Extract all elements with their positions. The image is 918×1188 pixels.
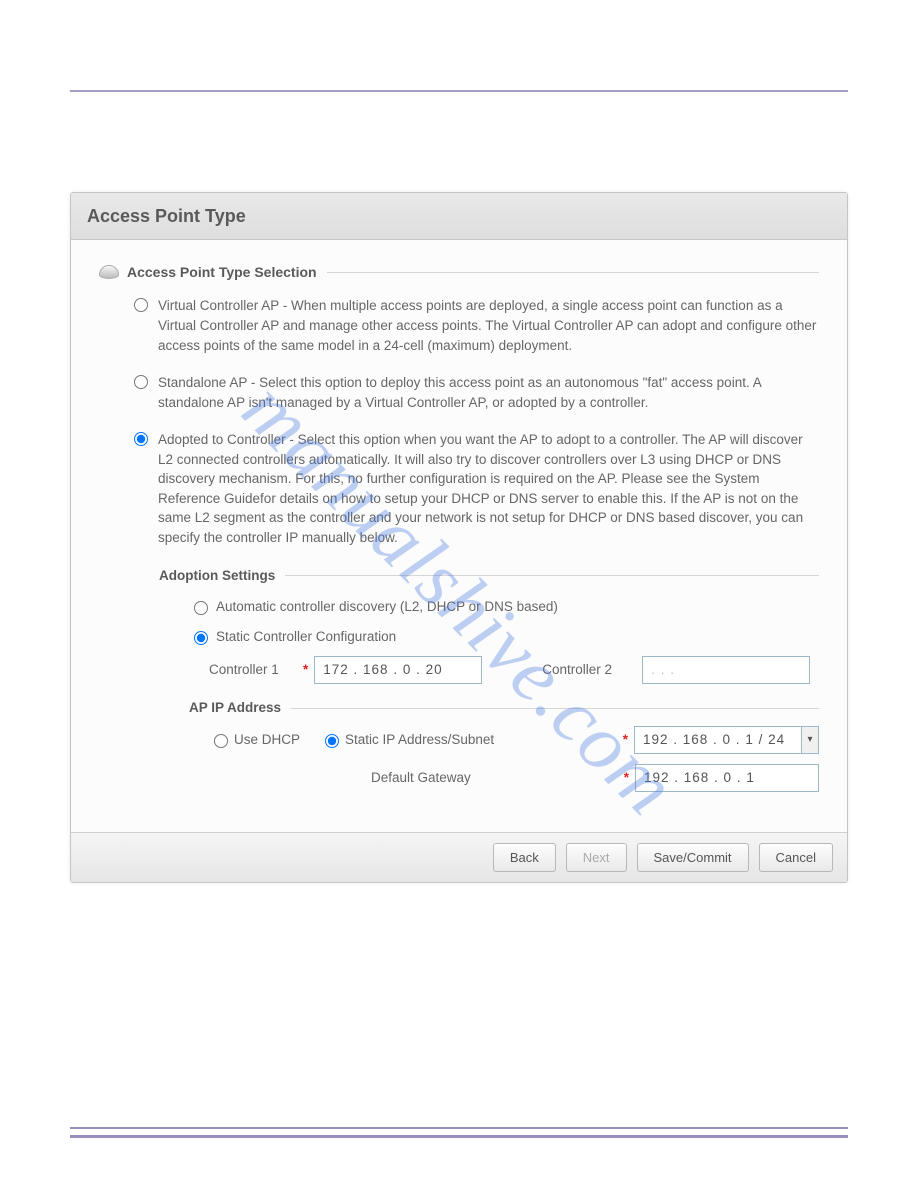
access-point-type-panel: Access Point Type Access Point Type Sele… (70, 192, 848, 883)
top-divider (70, 90, 848, 92)
apip-divider (291, 708, 819, 709)
static-ip-label: Static IP Address/Subnet (345, 730, 494, 750)
radio-static-controller[interactable] (194, 631, 208, 645)
option-virtual-controller[interactable]: Virtual Controller AP - When multiple ac… (129, 296, 819, 355)
subnet-dropdown[interactable]: ▾ (801, 726, 819, 754)
section-title: Access Point Type Selection (127, 262, 317, 282)
radio-standalone[interactable] (134, 375, 148, 389)
radio-use-dhcp[interactable] (214, 734, 228, 748)
controller-row: Controller 1 * 172 . 168 . 0 . 20 Contro… (209, 656, 819, 684)
option-adopted[interactable]: Adopted to Controller - Select this opti… (129, 430, 819, 547)
option-virtual-text: Virtual Controller AP - When multiple ac… (158, 296, 819, 355)
controller1-label: Controller 1 (209, 660, 299, 680)
required-marker: * (623, 730, 628, 750)
option-use-dhcp[interactable]: Use DHCP (209, 730, 300, 750)
auto-discovery-label: Automatic controller discovery (L2, DHCP… (216, 597, 558, 617)
use-dhcp-label: Use DHCP (234, 730, 300, 750)
option-static-ip[interactable]: Static IP Address/Subnet (320, 730, 494, 750)
option-auto-discovery[interactable]: Automatic controller discovery (L2, DHCP… (189, 597, 819, 617)
controller1-ip-input[interactable]: 172 . 168 . 0 . 20 (314, 656, 482, 684)
panel-title: Access Point Type (71, 193, 847, 240)
back-button[interactable]: Back (493, 843, 556, 872)
ap-ip-address-title: AP IP Address (189, 698, 281, 718)
save-commit-button[interactable]: Save/Commit (637, 843, 749, 872)
gateway-ip-input[interactable]: 192 . 168 . 0 . 1 (635, 764, 819, 792)
radio-auto-discovery[interactable] (194, 601, 208, 615)
section-divider (327, 272, 819, 273)
bottom-divider (70, 1127, 848, 1138)
option-static-controller[interactable]: Static Controller Configuration (189, 627, 819, 647)
panel-footer: Back Next Save/Commit Cancel (71, 832, 847, 882)
adoption-divider (285, 575, 819, 576)
adoption-settings-title: Adoption Settings (159, 566, 275, 586)
option-standalone[interactable]: Standalone AP - Select this option to de… (129, 373, 819, 412)
required-marker: * (624, 768, 629, 788)
radio-static-ip[interactable] (325, 734, 339, 748)
controller2-ip-input[interactable]: . . . (642, 656, 810, 684)
default-gateway-label: Default Gateway (371, 768, 471, 788)
access-point-icon (99, 265, 119, 279)
option-standalone-text: Standalone AP - Select this option to de… (158, 373, 819, 412)
controller2-label: Controller 2 (542, 660, 632, 680)
next-button[interactable]: Next (566, 843, 627, 872)
static-controller-label: Static Controller Configuration (216, 627, 396, 647)
required-marker: * (303, 660, 308, 680)
static-ip-input[interactable]: 192 . 168 . 0 . 1 / 24 (634, 726, 802, 754)
option-adopted-text: Adopted to Controller - Select this opti… (158, 430, 819, 547)
radio-virtual-controller[interactable] (134, 298, 148, 312)
cancel-button[interactable]: Cancel (759, 843, 833, 872)
radio-adopted[interactable] (134, 432, 148, 446)
